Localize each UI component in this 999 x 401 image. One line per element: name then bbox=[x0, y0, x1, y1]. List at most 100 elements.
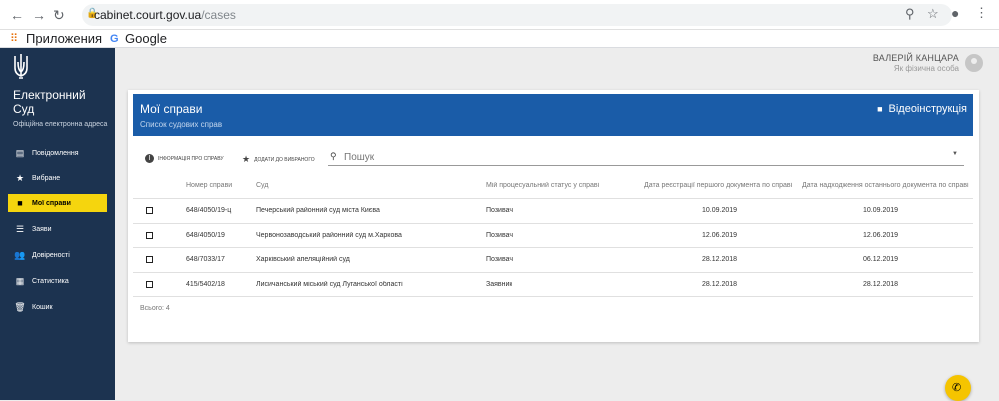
folder-icon: ■ bbox=[17, 198, 23, 208]
chevron-down-icon[interactable]: ▼ bbox=[952, 151, 958, 157]
sidebar-item-my-cases[interactable]: ■ Мої справи bbox=[8, 194, 107, 212]
column-header-status[interactable]: Мій процесуальний статус у справі bbox=[486, 182, 636, 189]
column-header-court[interactable]: Суд bbox=[256, 182, 456, 189]
cell-case-number[interactable]: 415/5402/18 bbox=[186, 281, 252, 288]
sidebar-item-label: Вибране bbox=[32, 174, 61, 182]
bookmarks-bar: ⠿ Приложения G Google bbox=[0, 30, 999, 48]
cell-first-date: 12.06.2019 bbox=[702, 232, 738, 239]
cell-court: Лисичанський міський суд Луганської обла… bbox=[256, 281, 403, 288]
cell-case-number[interactable]: 648/4050/19 bbox=[186, 232, 252, 239]
cell-status: Позивач bbox=[486, 256, 513, 263]
trident-logo-icon bbox=[14, 54, 28, 79]
cell-last-date: 06.12.2019 bbox=[863, 256, 899, 263]
cell-last-date: 28.12.2018 bbox=[863, 281, 899, 288]
search-input[interactable] bbox=[342, 151, 932, 164]
sidebar-item-powers-of-attorney[interactable]: 👥 Довіреності bbox=[0, 246, 115, 264]
column-header-last-date[interactable]: Дата надходження останнього документа по… bbox=[802, 182, 972, 189]
case-info-button[interactable]: i Інформація про справу bbox=[145, 154, 224, 163]
forward-icon[interactable]: → bbox=[32, 7, 46, 23]
row-divider bbox=[133, 247, 973, 248]
profile-icon[interactable]: ● bbox=[951, 5, 959, 21]
trash-icon: 🗑 bbox=[14, 301, 26, 312]
star-icon: ★ bbox=[242, 154, 251, 164]
sidebar-item-label: Заяви bbox=[32, 225, 52, 233]
back-icon[interactable]: ← bbox=[10, 7, 24, 23]
bookmark-star-icon[interactable]: ☆ bbox=[927, 6, 939, 22]
cell-status: Позивач bbox=[486, 207, 513, 214]
star-icon: ★ bbox=[15, 172, 25, 183]
row-divider bbox=[133, 223, 973, 224]
url-text[interactable]: cabinet.court.gov.ua/cases bbox=[94, 8, 236, 22]
card-header: Мої справи Список судових справ ■ Відеоін… bbox=[133, 94, 973, 136]
cell-last-date: 12.06.2019 bbox=[863, 232, 899, 239]
column-header-number[interactable]: Номер справи bbox=[186, 182, 246, 189]
sidebar-item-favorites[interactable]: ★ Вибране bbox=[0, 169, 115, 187]
info-icon: i bbox=[145, 154, 154, 163]
row-divider bbox=[133, 296, 973, 297]
cases-card: Мої справи Список судових справ ■ Відеоін… bbox=[128, 90, 979, 342]
row-checkbox[interactable] bbox=[146, 256, 153, 263]
list-icon: ☰ bbox=[15, 223, 25, 234]
avatar[interactable] bbox=[965, 54, 983, 72]
cell-first-date: 10.09.2019 bbox=[702, 207, 738, 214]
user-role: Як фізична особа bbox=[893, 64, 959, 73]
sidebar-item-label: Повідомлення bbox=[32, 149, 79, 157]
reload-icon[interactable]: ↻ bbox=[53, 7, 65, 24]
user-info[interactable]: ВАЛЕРІЙ КАНЦАРА Як фізична особа bbox=[873, 53, 959, 73]
row-checkbox[interactable] bbox=[146, 281, 153, 288]
brand-title: Електронний Суд bbox=[13, 88, 86, 116]
google-icon[interactable]: G bbox=[110, 30, 119, 48]
cell-case-number[interactable]: 648/4050/19-ц bbox=[186, 207, 252, 214]
bookmark-google[interactable]: Google bbox=[125, 30, 167, 48]
sidebar-item-statistics[interactable]: ▦ Статистика bbox=[0, 272, 115, 290]
chart-icon: ▦ bbox=[15, 275, 25, 286]
bookmark-apps[interactable]: Приложения bbox=[26, 30, 102, 48]
cell-court: Червонозаводський районний суд м.Харкова bbox=[256, 232, 402, 239]
brand-line1: Електронний bbox=[13, 88, 86, 102]
row-divider bbox=[133, 272, 973, 273]
sidebar: Електронний Суд Офіційна електронна адре… bbox=[0, 48, 115, 400]
page-title: Мої справи bbox=[140, 102, 203, 116]
add-favorite-button[interactable]: ★ Додати до вибраного bbox=[242, 154, 315, 165]
call-button[interactable]: ✆ bbox=[945, 375, 971, 401]
total-count: Всього: 4 bbox=[140, 305, 170, 312]
column-header-first-date[interactable]: Дата реєстрації першого документа по спр… bbox=[644, 182, 798, 189]
message-icon: ▤ bbox=[15, 147, 25, 158]
search-field[interactable]: ⚲ ▼ bbox=[328, 150, 964, 166]
sidebar-item-trash[interactable]: 🗑 Кошик bbox=[0, 298, 115, 316]
zoom-icon[interactable]: ⚲ bbox=[905, 6, 915, 22]
people-icon: 👥 bbox=[14, 249, 26, 260]
cell-first-date: 28.12.2018 bbox=[702, 281, 738, 288]
cell-court: Печерський районний суд міста Києва bbox=[256, 207, 380, 214]
sidebar-item-label: Мої справи bbox=[32, 199, 71, 207]
brand-subtitle: Офіційна електронна адреса bbox=[13, 121, 108, 128]
menu-dots-icon[interactable]: ⋮ bbox=[975, 5, 988, 21]
sidebar-item-label: Кошик bbox=[32, 303, 53, 311]
row-checkbox[interactable] bbox=[146, 207, 153, 214]
phone-icon: ✆ bbox=[952, 382, 962, 394]
sidebar-item-applications[interactable]: ☰ Заяви bbox=[0, 220, 115, 238]
apps-grid-icon[interactable]: ⠿ bbox=[10, 30, 18, 48]
row-checkbox[interactable] bbox=[146, 232, 153, 239]
video-instruction-button[interactable]: ■ Відеоінструкція bbox=[877, 103, 967, 115]
cell-case-number[interactable]: 648/7033/17 bbox=[186, 256, 252, 263]
cell-status: Заявник bbox=[486, 281, 513, 288]
brand-line2: Суд bbox=[13, 102, 35, 116]
search-icon: ⚲ bbox=[330, 151, 337, 161]
sidebar-item-notifications[interactable]: ▤ Повідомлення bbox=[0, 144, 115, 162]
sidebar-item-label: Статистика bbox=[32, 277, 69, 285]
browser-toolbar: ← → ↻ 🔒 cabinet.court.gov.ua/cases ⚲ ☆ ●… bbox=[0, 0, 999, 30]
add-favorite-label: Додати до вибраного bbox=[254, 156, 315, 163]
cell-first-date: 28.12.2018 bbox=[702, 256, 738, 263]
video-camera-icon: ■ bbox=[877, 104, 883, 114]
cell-court: Харківський апеляційний суд bbox=[256, 256, 350, 263]
cell-status: Позивач bbox=[486, 232, 513, 239]
video-instruction-label: Відеоінструкція bbox=[888, 103, 968, 115]
page-subtitle: Список судових справ bbox=[140, 120, 223, 129]
url-host: cabinet.court.gov.ua bbox=[94, 8, 202, 22]
case-info-label: Інформація про справу bbox=[158, 155, 224, 162]
cell-last-date: 10.09.2019 bbox=[863, 207, 899, 214]
user-name: ВАЛЕРІЙ КАНЦАРА bbox=[872, 53, 959, 63]
sidebar-item-label: Довіреності bbox=[32, 251, 70, 259]
header-divider bbox=[133, 198, 973, 199]
